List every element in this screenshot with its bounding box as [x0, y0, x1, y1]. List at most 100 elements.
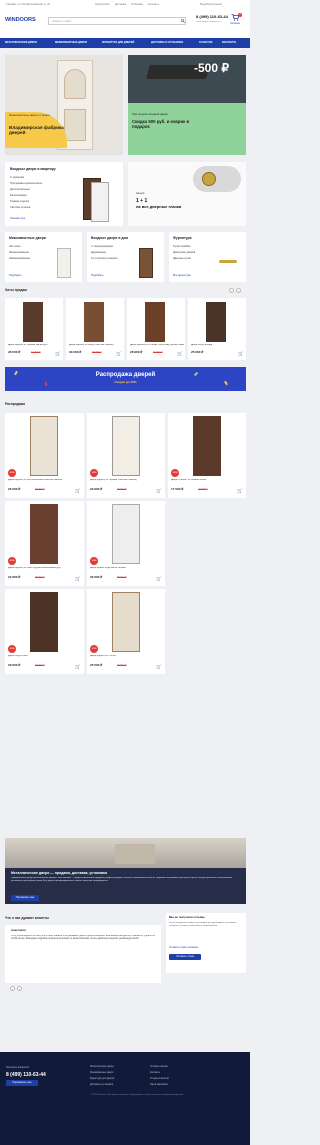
- product-name[interactable]: Дверь Цербер 36 Лофт Муррен Выбеленный Д…: [8, 567, 82, 570]
- nav-delivery[interactable]: ДОСТАВКА И УСТАНОВКА: [151, 41, 183, 44]
- product-name[interactable]: Дверь Бримо Муар Капле черная: [90, 567, 164, 570]
- nav-metal-doors[interactable]: МЕТАЛЛИЧЕСКИЕ ДВЕРИ: [5, 41, 37, 44]
- category-link[interactable]: Дверные ручки: [173, 257, 191, 260]
- top-link-contacts[interactable]: Контакты: [148, 3, 159, 6]
- promo-line2: на все дверные глазки: [136, 204, 182, 209]
- product-name[interactable]: Дверь Цербер 14 Сталарт Антик мед (Белая…: [130, 344, 184, 347]
- pick-link[interactable]: Подобрать: [9, 274, 22, 277]
- product-name[interactable]: Дверь Цербер 36 Тесла: [90, 655, 164, 658]
- cart-icon[interactable]: 🛒: [116, 351, 122, 356]
- product-old-price: 25 900 ₽: [35, 575, 45, 579]
- category-link[interactable]: Эко шпон: [9, 245, 21, 248]
- logo[interactable]: WINDOORS: [5, 17, 36, 24]
- footer-link[interactable]: Фурнитура для дверей: [90, 1078, 114, 1081]
- category-link[interactable]: Десятиклассные: [10, 188, 30, 191]
- product-card[interactable]: -15% Дверь Цербер 36 Мустанга Венге(Свет…: [5, 413, 84, 498]
- about-section: Металлические двери — продажа, доставка,…: [5, 838, 246, 904]
- product-card[interactable]: -15% Дверь Цербер 36 Тесла 25 500 ₽ 29 8…: [87, 589, 165, 674]
- category-link[interactable]: Доводчики дверей: [173, 251, 195, 254]
- product-name[interactable]: Дверь Цербер 36 Мустанга Венге(Светлая п…: [8, 479, 82, 482]
- cart-icon[interactable]: 🛒: [75, 664, 81, 669]
- product-card[interactable]: Дверь Цербер 14 Сталарт Антик мед (Белая…: [127, 298, 185, 360]
- promo-banner-interior[interactable]: Межкомнатные двери по акции Владимирская…: [5, 55, 123, 155]
- product-name[interactable]: Дверь Цербер 36 Муар (Светлая Панель): [69, 344, 123, 347]
- cart-icon[interactable]: 🛒: [177, 351, 183, 356]
- pick-link[interactable]: Подобрать: [91, 274, 104, 277]
- nav-gazostoe[interactable]: ГАЗОСТОЕ: [199, 41, 212, 44]
- product-price: 25 900 ₽: [191, 350, 204, 354]
- cart-icon[interactable]: 🛒: [237, 488, 243, 493]
- product-price: 33 000 ₽: [90, 575, 103, 579]
- footer-link[interactable]: Условия покупки: [150, 1066, 168, 1069]
- review-next-arrow[interactable]: ›: [17, 986, 22, 991]
- about-text: Официальный дилер металлических дверей. …: [11, 877, 233, 882]
- footer-link[interactable]: Доставка и установка: [90, 1084, 113, 1087]
- product-card[interactable]: -30% Дверь Сталарт 28 Сахара белый 17 00…: [168, 413, 246, 498]
- footer-link[interactable]: Межкомнатные двери: [90, 1072, 113, 1075]
- category-link[interactable]: Белоснежные: [10, 194, 27, 197]
- search-input[interactable]: Поиск по сайту: [48, 17, 186, 25]
- category-link[interactable]: Со стеклом в комнате: [91, 257, 118, 260]
- discount-badge: -30%: [171, 469, 179, 477]
- callback-button[interactable]: Перезвонить мне: [11, 895, 39, 901]
- promo-peephole[interactable]: Акция 1 + 1 на все дверные глазки: [128, 162, 246, 226]
- footer-link[interactable]: Отзывы клиентов: [150, 1078, 169, 1081]
- category-link[interactable]: Ламинированные: [9, 257, 30, 260]
- top-link-delivery[interactable]: Доставка: [115, 3, 126, 6]
- category-link[interactable]: С зеркалом: [10, 176, 24, 179]
- category-link[interactable]: Шпонированные: [9, 251, 29, 254]
- product-card[interactable]: -20% Дверь Цербер 11 Черный (Светлая Пан…: [87, 413, 165, 498]
- top-link-buyers[interactable]: Покупателю: [95, 3, 110, 6]
- pick-link[interactable]: Все фурнитура: [173, 274, 191, 277]
- footer-link[interactable]: Контакты: [150, 1072, 160, 1075]
- leave-review-button[interactable]: Оставить отзыв: [169, 954, 201, 960]
- product-card[interactable]: Дверь Цербер 36 Муар (Светлая Панель) 33…: [66, 298, 124, 360]
- product-price: 17 000 ₽: [171, 487, 184, 491]
- header-phone[interactable]: 8 (499) 110-63-44: [196, 14, 228, 20]
- cart-count-badge: 0: [238, 13, 242, 17]
- nav-contacts[interactable]: КОНТАКТЫ: [222, 41, 236, 44]
- category-link[interactable]: Ручки AvelMax: [173, 245, 191, 248]
- cart-icon[interactable]: 🛒: [156, 488, 162, 493]
- category-link[interactable]: С терморазрывом: [91, 245, 113, 248]
- footer-link[interactable]: Карта магазинов: [150, 1084, 168, 1087]
- cart-icon[interactable]: 🛒: [75, 488, 81, 493]
- category-link[interactable]: Темная отделка: [10, 200, 29, 203]
- product-name[interactable]: Дверь Цербер 11 Черный Белый Дуб: [8, 344, 62, 347]
- product-card[interactable]: Дверь АСД Легенда 25 900 ₽ 🛒: [188, 298, 246, 360]
- product-name[interactable]: Дверь АСД Легенда: [191, 344, 245, 347]
- product-name[interactable]: Дверь Сталарт 28 Сахара белый: [171, 479, 245, 482]
- review-prev-arrow[interactable]: ‹: [10, 986, 15, 991]
- sale-title: Распродажа: [5, 402, 25, 406]
- top-link-install[interactable]: Установка: [131, 3, 143, 6]
- promo-banner-discount[interactable]: -500 ₽ При покупке входной двери Скидка …: [128, 55, 246, 155]
- next-arrow[interactable]: ›: [236, 288, 241, 293]
- product-card[interactable]: -12% Дверь АСД Атлант 29 000 ₽ 33 000 ₽ …: [5, 589, 84, 674]
- cart-icon[interactable]: 🛒: [238, 351, 244, 356]
- login-link[interactable]: Вход/Регистрация: [200, 3, 222, 6]
- category-link[interactable]: Светлая отделка: [10, 206, 30, 209]
- cart-icon[interactable]: 🛒: [75, 576, 81, 581]
- prev-arrow[interactable]: ‹: [229, 288, 234, 293]
- nav-interior-doors[interactable]: МЕЖКОМНАТНЫЕ ДВЕРИ: [55, 41, 87, 44]
- cart-icon[interactable]: 🛒: [55, 351, 61, 356]
- category-link[interactable]: Программа шумоизоляции: [10, 182, 42, 185]
- product-card[interactable]: -14% Дверь Бримо Муар Капле черная 33 00…: [87, 501, 165, 586]
- show-all-link[interactable]: Показать все: [10, 217, 25, 220]
- footer-phone[interactable]: 8 (499) 110-63-44: [6, 1072, 46, 1078]
- cart-icon[interactable]: 🛒: [156, 664, 162, 669]
- product-name[interactable]: Дверь АСД Атлант: [8, 655, 82, 658]
- product-price: 29 000 ₽: [8, 663, 21, 667]
- product-card[interactable]: Дверь Цербер 11 Черный Белый Дуб 28 000 …: [5, 298, 63, 360]
- cart-icon[interactable]: 🛒: [156, 576, 162, 581]
- product-price: 23 900 ₽: [90, 487, 103, 491]
- footer-callback-button[interactable]: Перезвонить мне: [6, 1080, 38, 1086]
- review-sidebar-link[interactable]: Оставить отзыв о магазине: [169, 947, 198, 950]
- category-link[interactable]: Деревянные: [91, 251, 106, 254]
- product-card[interactable]: -10% Дверь Цербер 36 Лофт Муррен Выбелен…: [5, 501, 84, 586]
- footer-link[interactable]: Металлические двери: [90, 1066, 114, 1069]
- product-name[interactable]: Дверь Цербер 11 Черный (Светлая Панель): [90, 479, 164, 482]
- sale-banner[interactable]: Распродажа дверей Скидки до 50%: [5, 367, 246, 391]
- search-icon[interactable]: [181, 19, 185, 23]
- nav-hardware[interactable]: ФУРНИТУРА ДЛЯ ДВЕРЕЙ: [102, 41, 134, 44]
